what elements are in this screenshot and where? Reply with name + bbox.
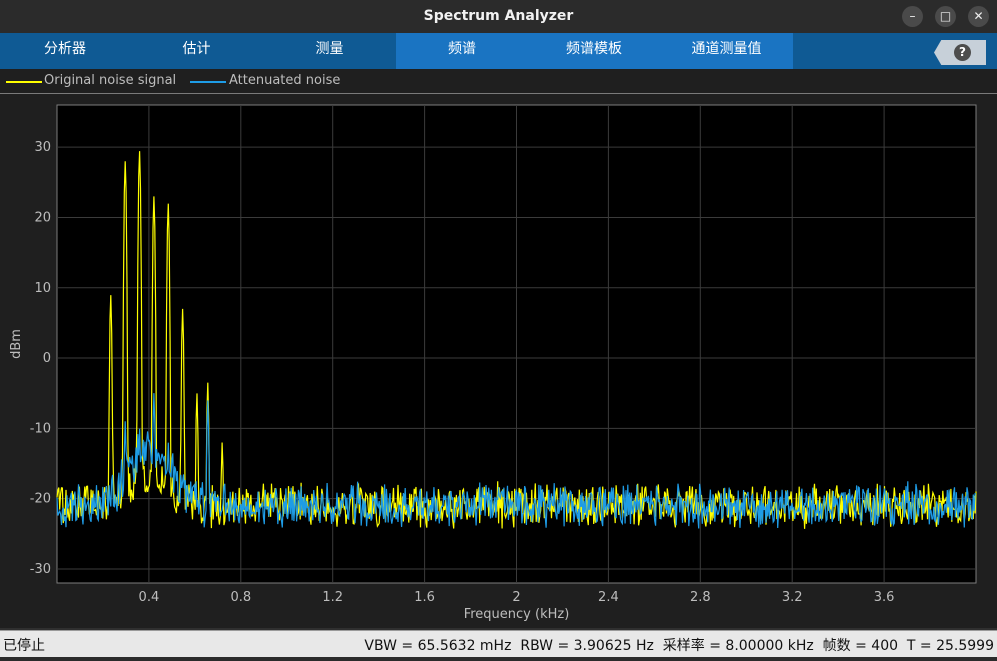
- y-tick-label: 20: [34, 210, 51, 225]
- tab-measurements[interactable]: 测量: [263, 33, 396, 69]
- window-title: Spectrum Analyzer: [423, 8, 574, 24]
- tab-analyzer[interactable]: 分析器: [0, 33, 130, 69]
- y-tick-label: 30: [34, 140, 51, 155]
- minimize-button[interactable]: –: [902, 6, 923, 27]
- maximize-button[interactable]: □: [935, 6, 956, 27]
- status-sample-rate: 采样率 = 8.00000 kHz: [662, 638, 814, 654]
- y-tick-label: -20: [30, 492, 51, 507]
- status-bar: 已停止 VBW = 65.5632 mHz RBW = 3.90625 Hz 采…: [0, 630, 997, 658]
- x-tick-label: 0.4: [139, 590, 160, 605]
- legend: Original noise signal Attenuated noise: [0, 69, 997, 94]
- status-readouts: VBW = 65.5632 mHz RBW = 3.90625 Hz 采样率 =…: [364, 635, 994, 655]
- tab-estimation[interactable]: 估计: [130, 33, 263, 69]
- close-button[interactable]: ✕: [968, 6, 989, 27]
- x-axis-label: Frequency (kHz): [464, 607, 570, 622]
- status-time: T = 25.5999: [906, 638, 994, 654]
- tab-spectral-mask[interactable]: 频谱模板: [528, 33, 660, 69]
- legend-line-original: [6, 81, 42, 83]
- x-tick-label: 2.4: [598, 590, 619, 605]
- x-tick-label: 1.6: [414, 590, 435, 605]
- plot-area: 0.4 0.8 1.2 1.6 2 2.4 2.8 3.2 3.6 30 20 10 0 -10 -20 -3…: [0, 94, 997, 628]
- tab-channel-measurements[interactable]: 通道测量值: [660, 33, 793, 69]
- y-tick-label: -30: [30, 562, 51, 577]
- spectrum-plot[interactable]: 0.4 0.8 1.2 1.6 2 2.4 2.8 3.2 3.6 30 20 10 0 -10 -20 -3…: [0, 94, 997, 628]
- x-tick-label: 2: [512, 590, 520, 605]
- status-frames: 帧数 = 400: [822, 638, 899, 654]
- legend-label-original[interactable]: Original noise signal: [44, 73, 176, 88]
- y-tick-label: 10: [34, 281, 51, 296]
- tab-spectrum[interactable]: 频谱: [396, 33, 528, 69]
- status-vbw: VBW = 65.5632 mHz: [364, 638, 512, 654]
- y-axis-label: dBm: [9, 329, 24, 359]
- status-rbw: RBW = 3.90625 Hz: [520, 638, 654, 654]
- help-icon: ?: [954, 44, 971, 61]
- x-tick-label: 1.2: [322, 590, 343, 605]
- x-tick-label: 2.8: [690, 590, 711, 605]
- toolstrip: 分析器 估计 测量 频谱 频谱模板 通道测量值 ?: [0, 33, 997, 69]
- x-tick-label: 3.6: [874, 590, 895, 605]
- legend-line-attenuated: [190, 81, 226, 83]
- legend-label-attenuated[interactable]: Attenuated noise: [229, 73, 340, 88]
- x-tick-label: 3.2: [782, 590, 803, 605]
- y-tick-label: 0: [43, 351, 51, 366]
- help-button[interactable]: ?: [934, 40, 986, 65]
- window-bottom-edge: [0, 657, 997, 661]
- window-titlebar: Spectrum Analyzer – □ ✕: [0, 0, 997, 33]
- x-tick-label: 0.8: [230, 590, 251, 605]
- status-state: 已停止: [3, 638, 45, 654]
- y-tick-label: -10: [30, 421, 51, 436]
